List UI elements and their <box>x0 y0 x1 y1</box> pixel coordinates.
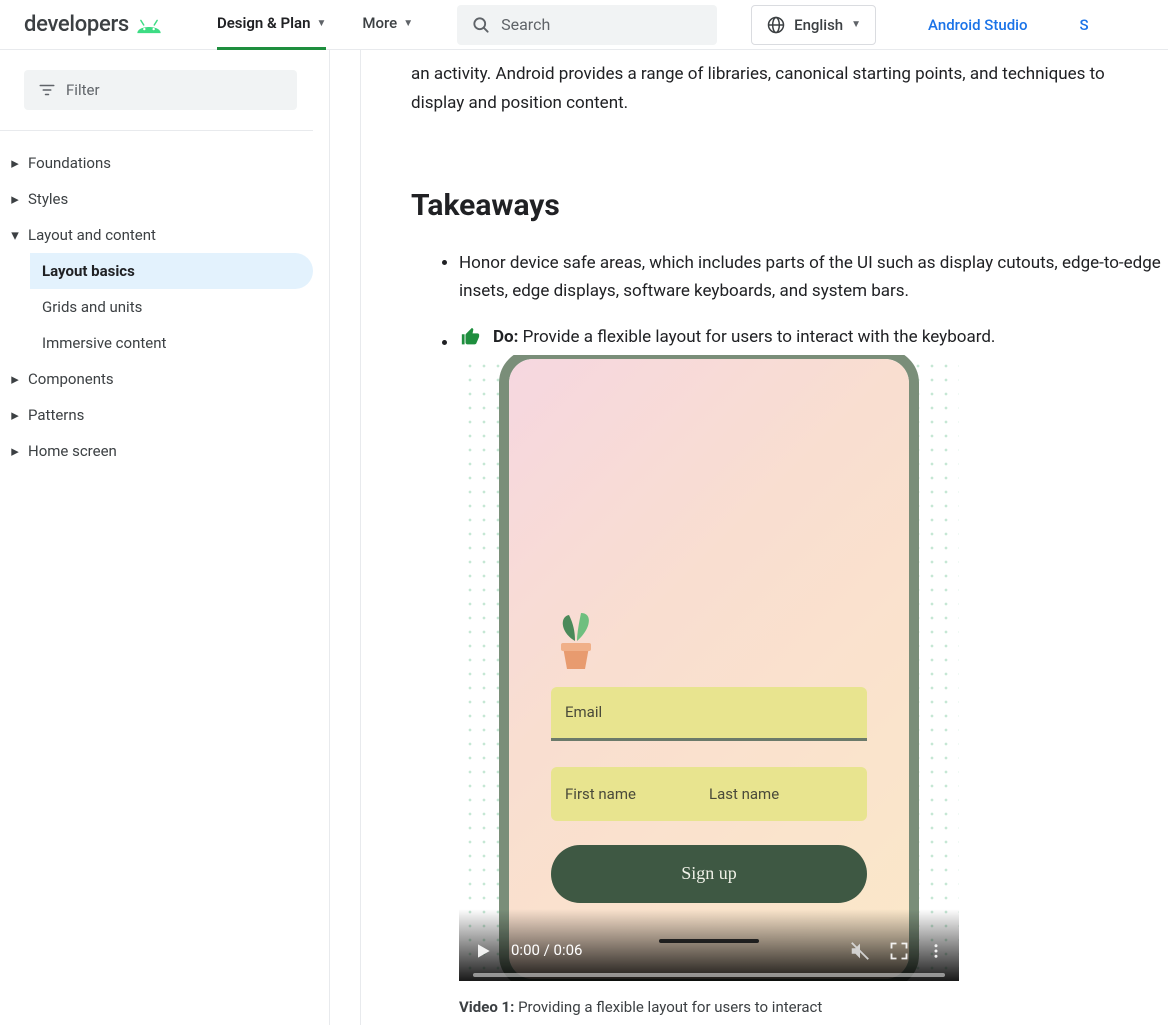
sidebar-item-patterns[interactable]: Patterns <box>0 397 313 433</box>
sidebar-sub-immersive[interactable]: Immersive content <box>30 325 313 361</box>
intro-paragraph-fragment: an activity. Android provides a range of… <box>411 60 1111 118</box>
filter-input[interactable]: Filter <box>24 70 297 110</box>
takeaway-item-1: Honor device safe areas, which includes … <box>459 249 1168 305</box>
play-icon[interactable] <box>473 941 493 961</box>
sidebar: Filter Foundations Styles Layout and con… <box>0 50 330 1025</box>
do-label: Do: <box>493 327 518 347</box>
site-logo[interactable]: developers <box>24 12 163 37</box>
thumbs-up-icon <box>459 326 483 348</box>
video-player[interactable]: Email First name Last name <box>459 355 959 981</box>
fullscreen-icon[interactable] <box>889 941 909 961</box>
email-field-label: Email <box>565 700 602 725</box>
firstname-field-label: First name <box>565 782 636 807</box>
email-field-mock: Email <box>551 687 867 741</box>
language-selector[interactable]: English ▼ <box>751 5 876 45</box>
filter-placeholder: Filter <box>66 81 100 99</box>
phone-mockup: Email First name Last name <box>499 355 919 981</box>
caret-right-icon <box>8 442 22 460</box>
search-placeholder: Search <box>501 15 550 34</box>
sidebar-item-home-screen[interactable]: Home screen <box>0 433 313 469</box>
video-controls: 0:00 / 0:06 <box>459 909 959 981</box>
search-input[interactable]: Search <box>457 5 717 45</box>
takeaway-2-text: Provide a flexible layout for users to i… <box>518 327 995 347</box>
signup-button-mock: Sign up <box>551 845 867 903</box>
more-icon[interactable] <box>927 941 945 961</box>
sidebar-submenu-layout: Layout basics Grids and units Immersive … <box>0 253 313 361</box>
caret-right-icon <box>8 154 22 172</box>
sidebar-item-label: Foundations <box>28 154 111 172</box>
chevron-down-icon: ▼ <box>851 19 861 30</box>
video-caption-text: Providing a flexible layout for users to… <box>514 998 822 1016</box>
tab-design-plan[interactable]: Design & Plan ▼ <box>217 0 326 50</box>
lastname-field-label: Last name <box>709 782 779 807</box>
tab-more-label: More <box>362 14 397 32</box>
truncated-link[interactable]: S <box>1080 16 1089 34</box>
mute-icon[interactable] <box>849 940 871 962</box>
video-progress-bar[interactable] <box>473 973 945 977</box>
caret-right-icon <box>8 190 22 208</box>
sidebar-item-styles[interactable]: Styles <box>0 181 313 217</box>
sidebar-item-label: Home screen <box>28 442 117 460</box>
caret-down-icon <box>8 226 22 244</box>
video-example: Email First name Last name <box>459 355 1168 1020</box>
logo-text: developers <box>24 12 129 37</box>
global-header: developers Design & Plan ▼ More ▼ Search… <box>0 0 1168 50</box>
sidebar-item-label: Components <box>28 370 114 388</box>
plant-icon <box>551 611 601 675</box>
sidebar-item-foundations[interactable]: Foundations <box>0 145 313 181</box>
signup-button-label: Sign up <box>681 859 737 889</box>
takeaway-item-2: Do: Provide a flexible layout for users … <box>459 323 1168 1020</box>
sidebar-item-label: Layout and content <box>28 226 156 244</box>
sidebar-item-label: Styles <box>28 190 68 208</box>
phone-screen: Email First name Last name <box>509 359 909 979</box>
sidebar-sub-grids-units[interactable]: Grids and units <box>30 289 313 325</box>
lastname-field-mock: Last name <box>695 767 867 821</box>
main-content: an activity. Android provides a range of… <box>360 50 1168 1025</box>
chevron-down-icon: ▼ <box>403 18 413 29</box>
android-studio-link[interactable]: Android Studio <box>928 16 1027 34</box>
divider <box>0 130 313 131</box>
nav-tabs: Design & Plan ▼ More ▼ <box>217 0 413 50</box>
sidebar-item-layout-content[interactable]: Layout and content <box>0 217 313 253</box>
video-caption-label: Video 1: <box>459 998 514 1016</box>
takeaways-list: Honor device safe areas, which includes … <box>411 249 1168 1020</box>
chevron-down-icon: ▼ <box>316 18 326 29</box>
video-caption: Video 1: Providing a flexible layout for… <box>459 995 1168 1020</box>
filter-icon <box>38 81 56 99</box>
search-icon <box>471 15 491 35</box>
globe-icon <box>766 15 786 35</box>
video-time: 0:00 / 0:06 <box>511 938 582 963</box>
tab-more[interactable]: More ▼ <box>362 0 413 50</box>
tab-design-plan-label: Design & Plan <box>217 14 311 32</box>
caret-right-icon <box>8 370 22 388</box>
caret-right-icon <box>8 406 22 424</box>
android-icon <box>135 16 163 34</box>
takeaways-heading: Takeaways <box>411 188 1168 223</box>
sidebar-item-label: Patterns <box>28 406 84 424</box>
sidebar-item-components[interactable]: Components <box>0 361 313 397</box>
sidebar-sub-layout-basics[interactable]: Layout basics <box>30 253 313 289</box>
language-label: English <box>794 16 843 34</box>
